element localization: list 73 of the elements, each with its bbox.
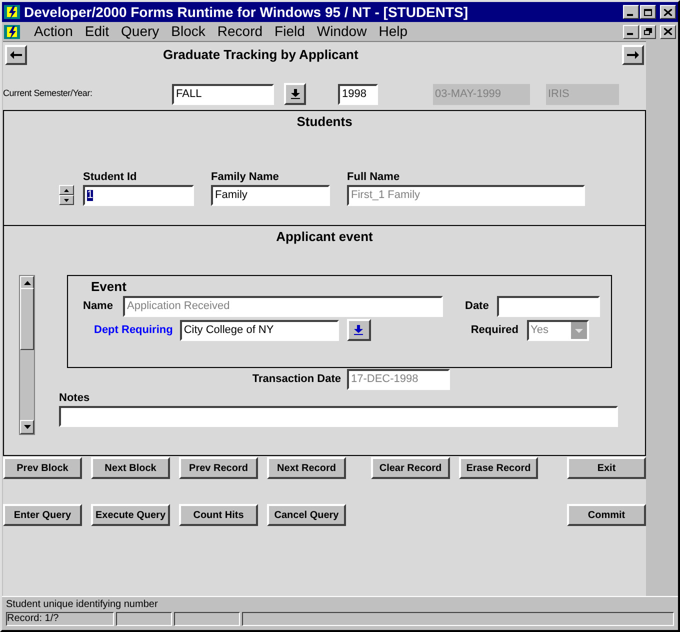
window-title: Developer/2000 Forms Runtime for Windows 95 / NT - [STUDENTS] [24, 2, 468, 22]
spin-down-button[interactable] [59, 195, 74, 205]
frame-title: Event [91, 278, 128, 296]
input-field[interactable]: 1998 [338, 84, 378, 104]
form-button[interactable]: Next Block [91, 457, 170, 479]
restore-button[interactable] [640, 24, 656, 38]
field-label: Notes [59, 390, 91, 406]
form-button[interactable]: Enter Query [3, 504, 82, 526]
input-field[interactable]: 1 [83, 185, 194, 206]
input-field[interactable]: FALL [172, 84, 274, 104]
form-button[interactable]: Erase Record [459, 457, 538, 479]
input-field[interactable] [496, 296, 600, 317]
up-arrow-icon [24, 280, 30, 284]
form-button[interactable]: Commit [567, 504, 646, 526]
list-button[interactable] [346, 319, 371, 341]
scrollbar[interactable] [19, 274, 35, 434]
field-label: Required [470, 322, 519, 338]
semester-label: Current Semester/Year: [3, 87, 94, 100]
form-button[interactable]: Prev Record [179, 457, 258, 479]
close-button[interactable] [660, 24, 676, 38]
form-button[interactable]: Next Record [267, 457, 346, 479]
menu-item[interactable]: Action [28, 21, 79, 42]
form-title: Graduate Tracking by Applicant [163, 46, 358, 64]
restore-icon [644, 28, 652, 35]
status-cell [174, 612, 240, 626]
field-label: Transaction Date [251, 372, 341, 387]
minimize-button[interactable] [623, 24, 639, 38]
form-button[interactable]: Exit [567, 457, 646, 479]
next-arrow-button[interactable] [622, 45, 644, 65]
form-button[interactable]: Prev Block [3, 457, 82, 479]
up-arrow-icon [64, 188, 69, 192]
previous-arrow-button[interactable] [5, 45, 27, 65]
down-arrow-icon [290, 89, 300, 99]
form-button[interactable]: Count Hits [179, 504, 258, 526]
status-cell [116, 612, 172, 626]
menu-item[interactable]: Record [211, 21, 269, 42]
list-button[interactable] [284, 83, 306, 105]
menu-item[interactable]: Query [115, 21, 166, 42]
link-label[interactable]: Dept Requiring [94, 322, 173, 338]
menu-item[interactable]: Block [165, 21, 212, 42]
menu-item[interactable]: Edit [78, 21, 116, 42]
right-arrow-icon [627, 51, 639, 59]
down-arrow-icon [24, 424, 30, 428]
maximize-icon [644, 8, 652, 16]
spin-up-button[interactable] [59, 185, 74, 195]
form-button[interactable]: Clear Record [371, 457, 450, 479]
status-message: Student unique identifying number [6, 598, 159, 612]
input-field[interactable] [59, 406, 618, 427]
caret-icon [570, 322, 587, 338]
input-field[interactable]: City College of NY [180, 320, 339, 340]
form-button[interactable]: Execute Query [91, 504, 170, 526]
input-field[interactable]: Family [211, 185, 330, 206]
panel-title: Students [296, 113, 352, 131]
close-icon [664, 28, 672, 35]
left-arrow-icon [10, 51, 22, 59]
close-button[interactable] [660, 5, 676, 19]
menu-item[interactable]: Help [372, 21, 414, 42]
menu-item[interactable]: Window [310, 21, 373, 42]
menu-item[interactable]: Field [268, 21, 311, 42]
panel-title: Applicant event [276, 228, 373, 246]
field-label: Name [83, 299, 114, 314]
field-label: Full Name [347, 170, 401, 184]
field-label: Student Id [83, 170, 138, 184]
maximize-button[interactable] [640, 5, 656, 19]
minimize-button[interactable] [623, 5, 639, 19]
down-arrow-icon [64, 198, 69, 202]
field-label: Date [465, 299, 489, 314]
app-icon [4, 24, 20, 40]
status-cell: Record: 1/? [6, 612, 114, 626]
form-button[interactable]: Cancel Query [267, 504, 346, 526]
field-label: Family Name [211, 170, 280, 184]
close-icon [664, 8, 672, 16]
down-arrow-icon [354, 325, 364, 335]
